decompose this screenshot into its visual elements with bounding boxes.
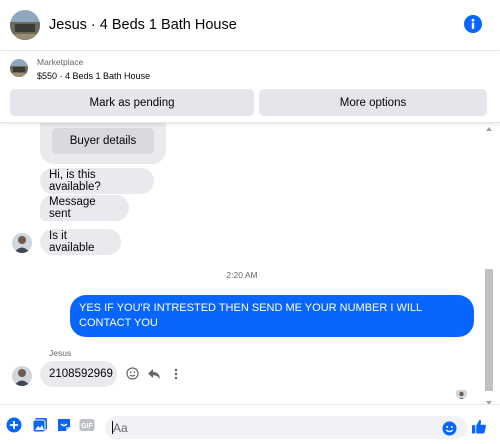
message-text: 2108592969 [49,368,113,380]
text-caret [112,421,113,434]
outgoing-message-bubble[interactable]: YES IF YOU'R INTRESTED THEN SEND ME YOUR… [70,295,474,337]
message-text: Is it available [49,230,95,254]
listing-thumbnail[interactable] [10,10,40,40]
photo-icon[interactable] [32,417,48,433]
more-options-button[interactable]: More options [259,89,487,116]
message-bubble[interactable]: Is it available [40,229,121,255]
message-input[interactable] [105,416,467,439]
gif-icon[interactable]: GIF [79,417,95,433]
sender-name: Jesus [49,348,72,358]
scrollbar-thumb[interactable] [485,269,493,391]
message-text: Hi, is this available? [49,169,101,193]
avatar[interactable] [12,366,32,386]
message-bubble[interactable]: Hi, is this available? [40,168,154,194]
message-text: Message sent [49,196,96,220]
reply-icon[interactable] [146,366,161,381]
emoji-icon[interactable] [441,420,457,436]
thumbs-up-icon[interactable] [471,418,487,434]
chat-header: Jesus · 4 Beds 1 Bath House [0,0,500,50]
sticker-icon[interactable] [56,417,72,433]
message-timestamp: 2:20 AM [226,270,258,280]
plus-circle-icon[interactable] [6,417,22,433]
message-composer: GIF [0,404,500,444]
marketplace-label: Marketplace [37,57,84,67]
buyer-details-button[interactable]: Buyer details [52,128,154,154]
svg-text:GIF: GIF [81,423,93,430]
message-text: YES IF YOU'R INTRESTED THEN SEND ME YOUR… [79,302,422,329]
more-vertical-icon[interactable] [168,366,183,381]
message-scrollbar[interactable] [484,123,494,407]
info-icon[interactable] [464,15,482,33]
chat-title[interactable]: Jesus · 4 Beds 1 Bath House [49,17,237,33]
message-bubble[interactable]: 2108592969 [40,361,117,387]
mark-as-pending-button[interactable]: Mark as pending [10,89,254,116]
marketplace-listing-panel: Marketplace $550 · 4 Beds 1 Bath House M… [0,50,500,123]
avatar[interactable] [12,233,32,253]
seen-receipt-avatar [456,388,467,399]
listing-price-title[interactable]: $550 · 4 Beds 1 Bath House [37,71,150,81]
scroll-up-arrow-icon[interactable] [486,127,492,131]
listing-thumbnail-small[interactable] [10,59,28,77]
react-smile-icon[interactable] [125,366,140,381]
message-bubble[interactable]: Message sent [40,195,129,221]
